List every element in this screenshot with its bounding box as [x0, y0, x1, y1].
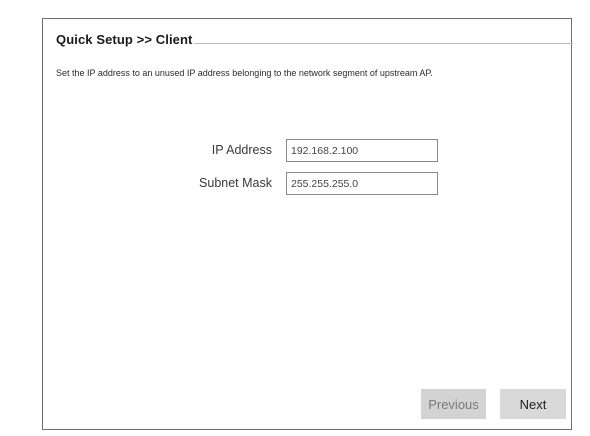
subnet-mask-row: Subnet Mask — [43, 172, 573, 196]
quick-setup-panel: Quick Setup >> Client Set the IP address… — [42, 18, 573, 430]
subnet-mask-input[interactable] — [286, 172, 438, 195]
instruction-text: Set the IP address to an unused IP addre… — [56, 68, 433, 78]
subnet-mask-label: Subnet Mask — [199, 176, 272, 190]
ip-address-input[interactable] — [286, 139, 438, 162]
section-header: Quick Setup >> Client — [56, 32, 573, 50]
page-title: Quick Setup >> Client — [56, 32, 195, 47]
ip-address-label: IP Address — [211, 143, 272, 157]
previous-button[interactable]: Previous — [421, 389, 486, 419]
ip-address-row: IP Address — [43, 139, 573, 163]
next-button[interactable]: Next — [500, 389, 566, 419]
